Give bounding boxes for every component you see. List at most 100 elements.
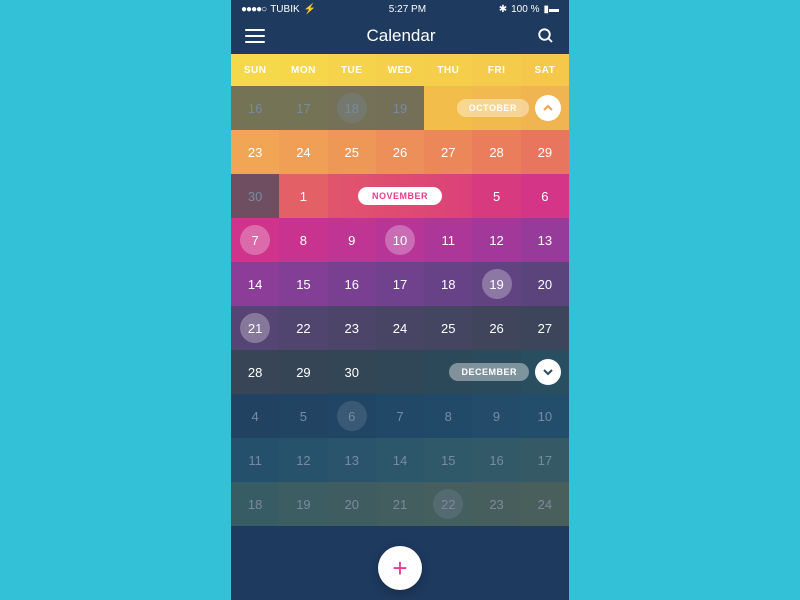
day-cell[interactable]: 14: [231, 262, 279, 306]
day-cell[interactable]: 17: [279, 86, 327, 130]
month-pill[interactable]: NOVEMBER: [358, 187, 442, 205]
day-cell[interactable]: 10: [521, 394, 569, 438]
day-cell[interactable]: 19: [472, 262, 520, 306]
day-cell[interactable]: 17: [376, 262, 424, 306]
menu-icon[interactable]: [245, 29, 265, 43]
day-cell[interactable]: 10: [376, 218, 424, 262]
day-cell[interactable]: 27: [521, 306, 569, 350]
day-cell[interactable]: 21: [231, 306, 279, 350]
day-cell[interactable]: 25: [328, 130, 376, 174]
day-cell[interactable]: 18: [231, 482, 279, 526]
day-cell[interactable]: 23: [472, 482, 520, 526]
day-header: FRI: [472, 54, 520, 86]
month-label[interactable]: OCTOBER: [457, 99, 529, 117]
day-cell[interactable]: 5: [472, 174, 520, 218]
day-cell[interactable]: 19: [376, 86, 424, 130]
day-cell[interactable]: 22: [424, 482, 472, 526]
day-cell[interactable]: 21: [376, 482, 424, 526]
day-cell[interactable]: 23: [231, 130, 279, 174]
day-cell[interactable]: 9: [328, 218, 376, 262]
day-cell[interactable]: 16: [328, 262, 376, 306]
day-cell[interactable]: 7: [376, 394, 424, 438]
chevron-up-icon[interactable]: [535, 95, 561, 121]
day-cell[interactable]: 12: [279, 438, 327, 482]
day-cell[interactable]: NOVEMBER: [328, 174, 473, 218]
calendar-row: 23242526272829: [231, 130, 569, 174]
day-header: THU: [424, 54, 472, 86]
month-label[interactable]: DECEMBER: [449, 363, 529, 381]
day-cell[interactable]: 23: [328, 306, 376, 350]
day-cell[interactable]: 19: [279, 482, 327, 526]
calendar-row: 21222324252627: [231, 306, 569, 350]
calendar-row: 282930 DECEMBER: [231, 350, 569, 394]
wifi-icon: ⚡: [304, 4, 316, 15]
day-cell[interactable]: 11: [424, 218, 472, 262]
calendar-row: 14151617181920: [231, 262, 569, 306]
day-cell[interactable]: 28: [231, 350, 279, 394]
day-cell[interactable]: 30: [231, 174, 279, 218]
calendar-row: 11121314151617: [231, 438, 569, 482]
day-cell[interactable]: 6: [328, 394, 376, 438]
day-cell[interactable]: 27: [424, 130, 472, 174]
day-cell[interactable]: 29: [521, 130, 569, 174]
day-cell[interactable]: 25: [424, 306, 472, 350]
day-cell[interactable]: 9: [472, 394, 520, 438]
phone-frame: ●●●●○TUBIK⚡ 5:27 PM ✱100 %▮▬ Calendar SU…: [231, 0, 569, 600]
day-header: WED: [376, 54, 424, 86]
day-cell[interactable]: 4: [231, 394, 279, 438]
day-cell[interactable]: 14: [376, 438, 424, 482]
day-cell[interactable]: 8: [279, 218, 327, 262]
day-cell[interactable]: 20: [328, 482, 376, 526]
day-cell[interactable]: 16: [472, 438, 520, 482]
day-cell[interactable]: 28: [472, 130, 520, 174]
day-cell[interactable]: 17: [521, 438, 569, 482]
day-cell[interactable]: 24: [521, 482, 569, 526]
day-cell[interactable]: 22: [279, 306, 327, 350]
day-cell[interactable]: 24: [279, 130, 327, 174]
day-header: SAT: [521, 54, 569, 86]
calendar-grid: SUNMONTUEWEDTHUFRISAT16171819OCTOBER2324…: [231, 54, 569, 526]
calendar-row: 301 NOVEMBER 56: [231, 174, 569, 218]
day-header: MON: [279, 54, 327, 86]
day-cell[interactable]: 18: [424, 262, 472, 306]
month-nav-pill: OCTOBER: [457, 95, 561, 121]
calendar-row: 16171819 OCTOBER: [231, 86, 569, 130]
day-cell[interactable]: 8: [424, 394, 472, 438]
battery-icon: ▮▬: [543, 4, 559, 15]
status-time: 5:27 PM: [389, 4, 426, 15]
day-cell[interactable]: [376, 350, 424, 394]
day-cell[interactable]: 13: [521, 218, 569, 262]
day-cell[interactable]: 16: [231, 86, 279, 130]
day-cell[interactable]: 1: [279, 174, 327, 218]
day-cell[interactable]: 26: [472, 306, 520, 350]
battery-label: 100 %: [511, 4, 539, 15]
chevron-down-icon[interactable]: [535, 359, 561, 385]
calendar-row: 45678910: [231, 394, 569, 438]
day-cell[interactable]: 24: [376, 306, 424, 350]
day-cell[interactable]: 20: [521, 262, 569, 306]
day-cell[interactable]: 15: [424, 438, 472, 482]
signal-dots: ●●●●○: [241, 4, 266, 15]
day-cell[interactable]: 5: [279, 394, 327, 438]
status-bar: ●●●●○TUBIK⚡ 5:27 PM ✱100 %▮▬: [231, 0, 569, 18]
day-header: TUE: [328, 54, 376, 86]
day-cell[interactable]: 12: [472, 218, 520, 262]
day-cell[interactable]: 18: [328, 86, 376, 130]
day-cell[interactable]: 13: [328, 438, 376, 482]
day-cell[interactable]: 26: [376, 130, 424, 174]
day-cell[interactable]: 15: [279, 262, 327, 306]
page-title: Calendar: [367, 26, 436, 46]
day-header: SUN: [231, 54, 279, 86]
add-button[interactable]: +: [378, 546, 422, 590]
month-nav-pill: DECEMBER: [449, 359, 561, 385]
nav-bar: Calendar: [231, 18, 569, 54]
carrier-label: TUBIK: [270, 4, 299, 15]
day-cell[interactable]: 7: [231, 218, 279, 262]
calendar-row: 18192021222324: [231, 482, 569, 526]
day-cell[interactable]: 6: [521, 174, 569, 218]
day-cell[interactable]: 30: [328, 350, 376, 394]
day-cell[interactable]: 29: [279, 350, 327, 394]
day-cell[interactable]: 11: [231, 438, 279, 482]
search-icon[interactable]: [537, 27, 555, 45]
calendar-row: 78910111213: [231, 218, 569, 262]
